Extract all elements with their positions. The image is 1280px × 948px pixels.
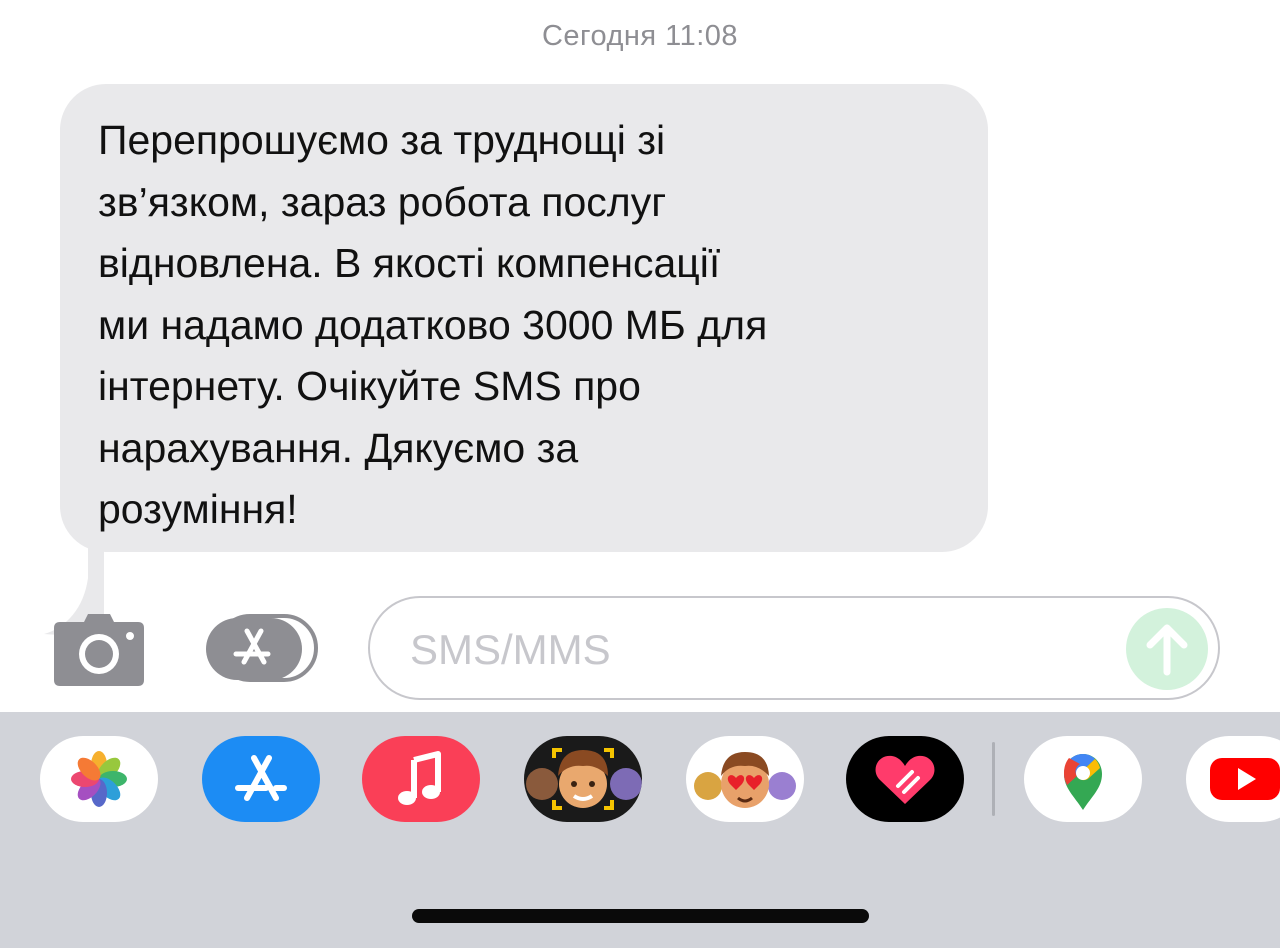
memoji-stickers-icon [694,752,796,808]
memoji-stickers-app[interactable] [686,736,804,822]
camera-button[interactable] [54,614,144,686]
app-store-icon [206,614,318,682]
youtube-app[interactable] [1186,736,1280,822]
home-indicator[interactable] [412,909,869,923]
message-line: нарахування. Дякуємо за [98,424,579,471]
message-bubble: Перепрошуємо за труднощі зі зв’язком, за… [60,84,988,552]
google-maps-app[interactable] [1024,736,1142,822]
google-maps-icon [1064,754,1102,810]
memoji-app[interactable] [524,736,642,822]
digital-touch-icon [875,755,935,804]
music-icon [398,751,441,805]
message-input[interactable]: SMS/MMS [368,596,1220,700]
app-store-icon [235,755,287,801]
message-line: ми надамо додатково 3000 МБ для [98,301,768,348]
digital-touch-app[interactable] [846,736,964,822]
drawer-divider [992,742,995,816]
input-placeholder: SMS/MMS [410,626,611,673]
camera-icon [54,614,144,686]
apps-button[interactable] [206,614,318,684]
arrow-up-icon [1146,624,1188,676]
youtube-icon [1210,758,1280,800]
app-store-app[interactable] [202,736,320,822]
message-line: розуміння! [98,486,298,532]
memoji-icon [526,748,642,810]
photos-icon [71,751,127,807]
message-line: зв’язком, зараз робота послуг [98,178,667,225]
incoming-message[interactable]: Перепрошуємо за труднощі зі зв’язком, за… [44,84,988,635]
photos-app[interactable] [40,736,158,822]
send-button[interactable] [1126,608,1208,690]
message-composer: SMS/MMS [0,596,1280,706]
music-app[interactable] [362,736,480,822]
message-line: інтернету. Очікуйте SMS про [98,363,641,409]
app-drawer [0,712,1280,948]
message-line: Перепрошуємо за труднощі зі [98,117,666,163]
message-line: відновлена. В якості компенсації [98,240,721,286]
message-timestamp: Сегодня 11:08 [541,20,739,52]
